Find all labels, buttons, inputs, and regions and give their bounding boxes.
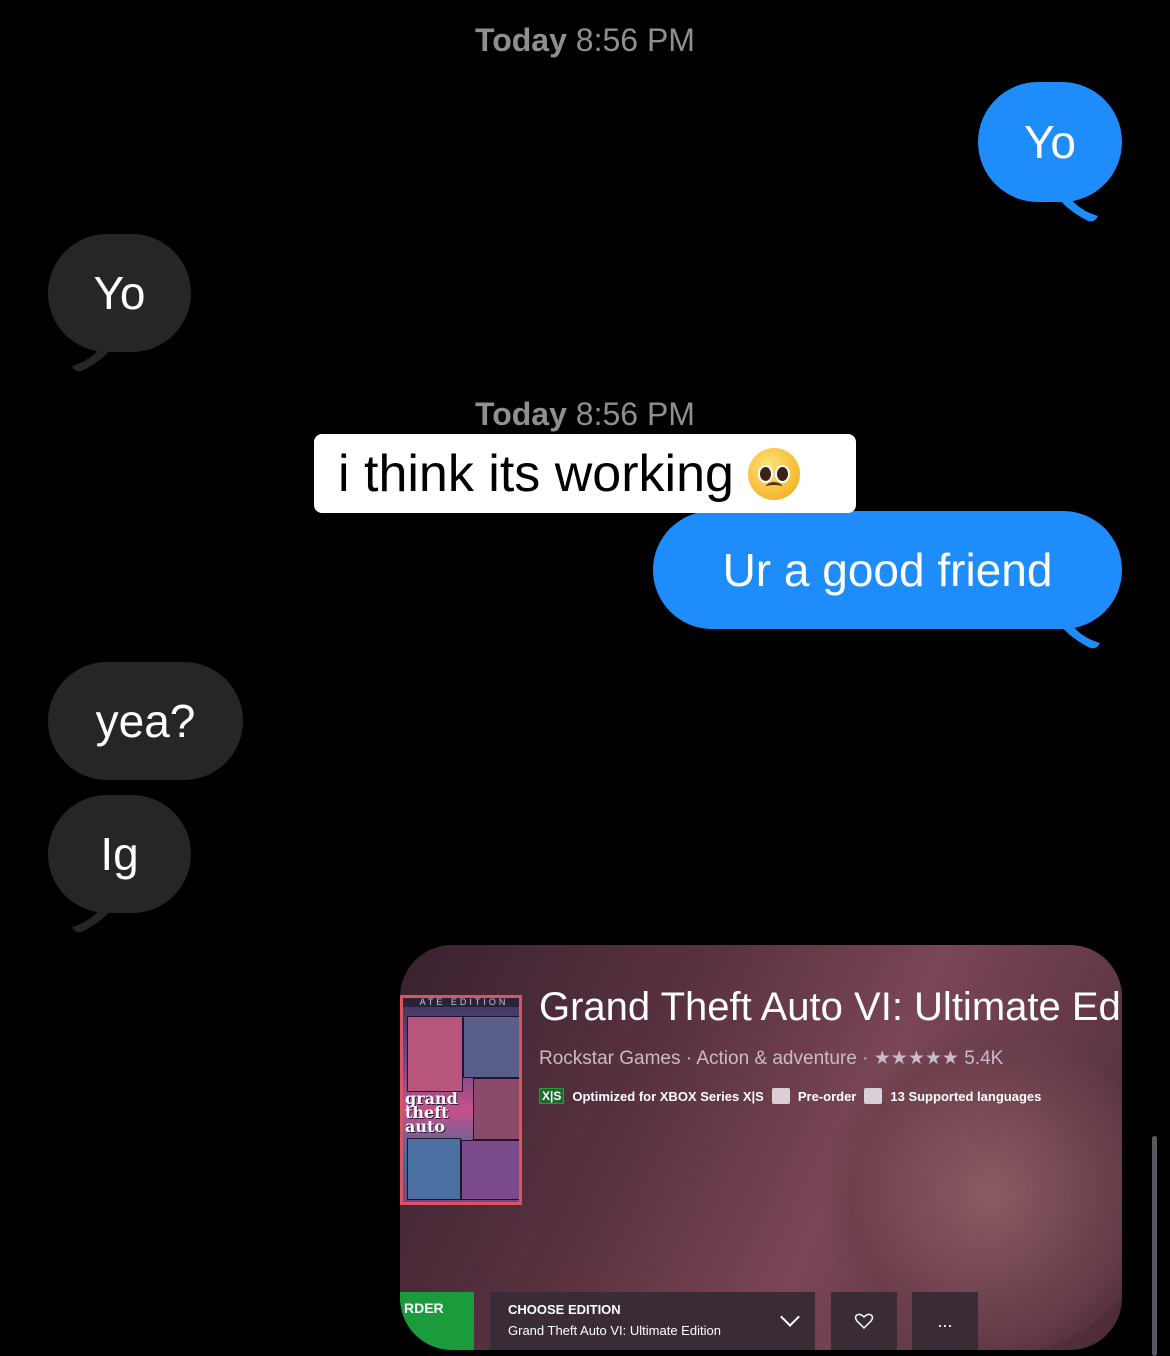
timestamp-day: Today <box>475 396 567 432</box>
timestamp-time: 8:56 PM <box>575 22 695 58</box>
more-options-button: ... <box>912 1292 978 1350</box>
choose-edition-label: CHOOSE EDITION <box>508 1302 621 1317</box>
timestamp-time: 8:56 PM <box>575 396 695 432</box>
pleading-face-icon <box>747 447 800 500</box>
feature-xbox: Optimized for XBOX Series X|S <box>572 1088 764 1104</box>
bubble-tail <box>1060 180 1098 222</box>
game-store-image[interactable]: ATE EDITION grand theft auto Grand Theft… <box>400 945 1122 1350</box>
message-text: yea? <box>95 695 196 747</box>
incoming-message[interactable]: yea? <box>48 662 243 780</box>
game-meta: Rockstar Games · Action & adventure · ★★… <box>539 1048 1004 1069</box>
edition-value: Grand Theft Auto VI: Ultimate Edition <box>508 1323 721 1338</box>
cover-edition-text: ATE EDITION <box>403 998 519 1007</box>
timestamp: Today 8:56 PM <box>0 396 1170 433</box>
heart-plus-icon <box>854 1313 874 1330</box>
message-text: Yo <box>1023 116 1077 168</box>
game-title: Grand Theft Auto VI: Ultimate Ed <box>539 985 1121 1029</box>
feature-row: X|S Optimized for XBOX Series X|S Pre-or… <box>539 1088 1041 1104</box>
rating-count: 5.4K <box>964 1048 1004 1069</box>
game-cover-art: ATE EDITION grand theft auto <box>400 995 522 1205</box>
bubble-tail <box>72 330 110 372</box>
feature-languages: 13 Supported languages <box>890 1088 1042 1104</box>
preorder-button: RDER <box>400 1292 474 1350</box>
star-rating: ★★★★★ <box>873 1048 959 1069</box>
caption-overlay: i think its working <box>314 434 856 513</box>
message-text: Ig <box>100 828 139 880</box>
timestamp: Today 8:56 PM <box>0 22 1170 59</box>
scrollbar[interactable] <box>1152 1136 1157 1356</box>
caption-text: i think its working <box>338 444 734 503</box>
action-bar: RDER CHOOSE EDITION Grand Theft Auto VI:… <box>400 1292 1122 1350</box>
outgoing-message[interactable]: Ur a good friend <box>653 511 1122 629</box>
genre-link: Action & adventure <box>696 1048 857 1069</box>
message-text: Yo <box>93 267 146 319</box>
message-text: Ur a good friend <box>722 544 1053 596</box>
bubble-tail <box>1062 607 1100 649</box>
xbox-series-badge: X|S <box>539 1088 565 1104</box>
wishlist-button <box>831 1292 897 1350</box>
outgoing-message[interactable]: Yo <box>978 82 1122 202</box>
more-icon: ... <box>937 1310 953 1331</box>
bubble-tail <box>72 891 110 933</box>
language-icon <box>864 1088 883 1104</box>
cover-logo: grand theft auto <box>405 1089 458 1136</box>
publisher-link: Rockstar Games <box>539 1048 681 1069</box>
preorder-icon <box>771 1088 790 1104</box>
timestamp-day: Today <box>475 22 567 58</box>
feature-preorder: Pre-order <box>797 1088 857 1104</box>
choose-edition-dropdown: CHOOSE EDITION Grand Theft Auto VI: Ulti… <box>490 1292 815 1350</box>
